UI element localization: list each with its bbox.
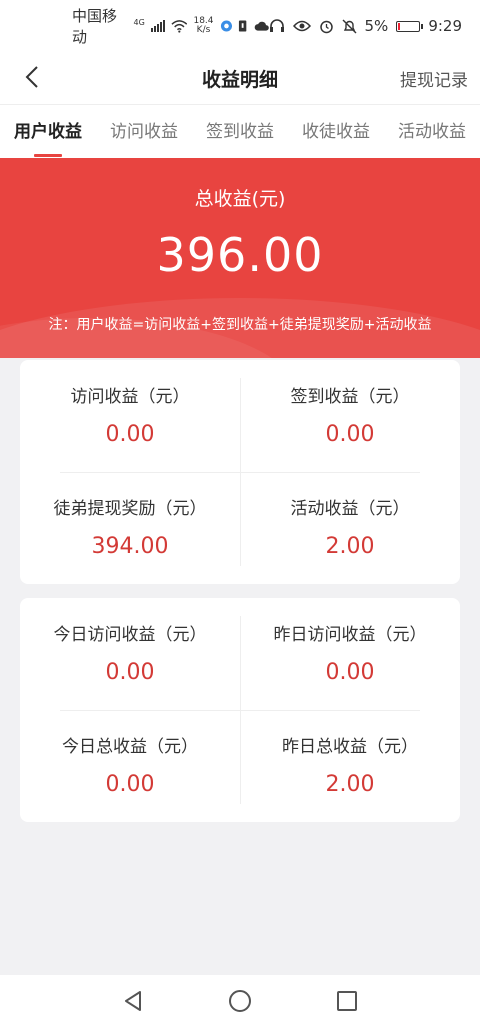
apprentice-reward-cell: 徒弟提现奖励（元） 394.00 [20,472,240,584]
stat-label: 今日总收益（元） [62,737,198,757]
battery-percent: 5% [364,17,389,35]
tab-label: 活动收益 [398,121,466,142]
cloud-icon [254,21,269,31]
earnings-formula-note: 注：用户收益=访问收益+签到收益+徒弟提现奖励+活动收益 [48,317,432,333]
battery-icon [396,20,424,32]
checkin-earnings-cell: 签到收益（元） 0.00 [240,360,460,472]
eye-icon [292,20,311,32]
app-icon [220,20,232,32]
tab-visit-earnings[interactable]: 访问收益 [96,105,192,159]
battery-saver-icon [239,20,247,32]
visit-earnings-cell: 访问收益（元） 0.00 [20,360,240,472]
mute-icon [342,19,357,33]
stat-value: 394.00 [91,534,169,559]
triangle-back-icon [125,991,142,1011]
system-nav-bar [0,975,480,1027]
today-visit-earnings-cell: 今日访问收益（元） 0.00 [20,598,240,710]
yesterday-total-earnings-cell: 昨日总收益（元） 2.00 [240,710,460,822]
yesterday-visit-earnings-cell: 昨日访问收益（元） 0.00 [240,598,460,710]
stat-label: 昨日访问收益（元） [273,625,427,645]
tab-label: 签到收益 [206,121,274,142]
status-bar: 中国移动 4G 18.4 K/s 5% 9:29 [0,0,480,52]
nav-home-button[interactable] [220,981,260,1021]
page-title: 收益明细 [201,68,278,91]
nav-recents-button[interactable] [327,981,367,1021]
wifi-icon [171,20,188,33]
total-earnings-banner: 总收益(元) 396.00 注：用户收益=访问收益+签到收益+徒弟提现奖励+活动… [0,158,480,358]
clock: 9:29 [428,17,462,35]
tab-bar: 用户收益 访问收益 签到收益 收徒收益 活动收益 [0,104,480,158]
tab-activity-earnings[interactable]: 活动收益 [384,105,480,159]
stat-label: 昨日总收益（元） [282,737,418,757]
stat-value: 0.00 [105,772,155,797]
tab-apprentice-earnings[interactable]: 收徒收益 [288,105,384,159]
alarm-icon [319,20,333,33]
circle-home-icon [228,990,251,1012]
carrier-name: 中国移动 [72,7,118,46]
tab-user-earnings[interactable]: 用户收益 [0,105,96,159]
network-type: 4G [133,17,145,27]
stat-value: 0.00 [325,660,375,685]
app-header: 收益明细 提现记录 [0,52,480,104]
stat-label: 今日访问收益（元） [53,625,207,645]
withdraw-records-link[interactable]: 提现记录 [400,66,468,91]
stat-label: 签到收益（元） [290,387,410,407]
signal-icon [150,20,165,32]
stat-value: 0.00 [325,422,375,447]
earnings-breakdown-card: 访问收益（元） 0.00 签到收益（元） 0.00 徒弟提现奖励（元） 394.… [20,360,460,584]
square-recents-icon [336,991,357,1011]
today-total-earnings-cell: 今日总收益（元） 0.00 [20,710,240,822]
stat-label: 访问收益（元） [70,387,190,407]
tab-label: 用户收益 [14,121,82,142]
stat-value: 0.00 [105,660,155,685]
back-icon[interactable] [20,64,46,90]
daily-earnings-card: 今日访问收益（元） 0.00 昨日访问收益（元） 0.00 今日总收益（元） 0… [20,598,460,822]
net-speed: 18.4 K/s [193,16,214,35]
tab-label: 收徒收益 [302,121,370,142]
total-earnings-label: 总收益(元) [194,188,286,210]
stat-value: 2.00 [325,534,375,559]
stat-label: 徒弟提现奖励（元） [53,499,207,519]
tab-checkin-earnings[interactable]: 签到收益 [192,105,288,159]
stat-value: 2.00 [325,772,375,797]
total-earnings-value: 396.00 [156,228,324,282]
tab-active-indicator [34,153,62,157]
nav-back-button[interactable] [113,981,153,1021]
stat-label: 活动收益（元） [290,499,410,519]
headset-icon [269,19,284,32]
tab-label: 访问收益 [110,121,178,142]
stat-value: 0.00 [105,422,155,447]
activity-earnings-cell: 活动收益（元） 2.00 [240,472,460,584]
